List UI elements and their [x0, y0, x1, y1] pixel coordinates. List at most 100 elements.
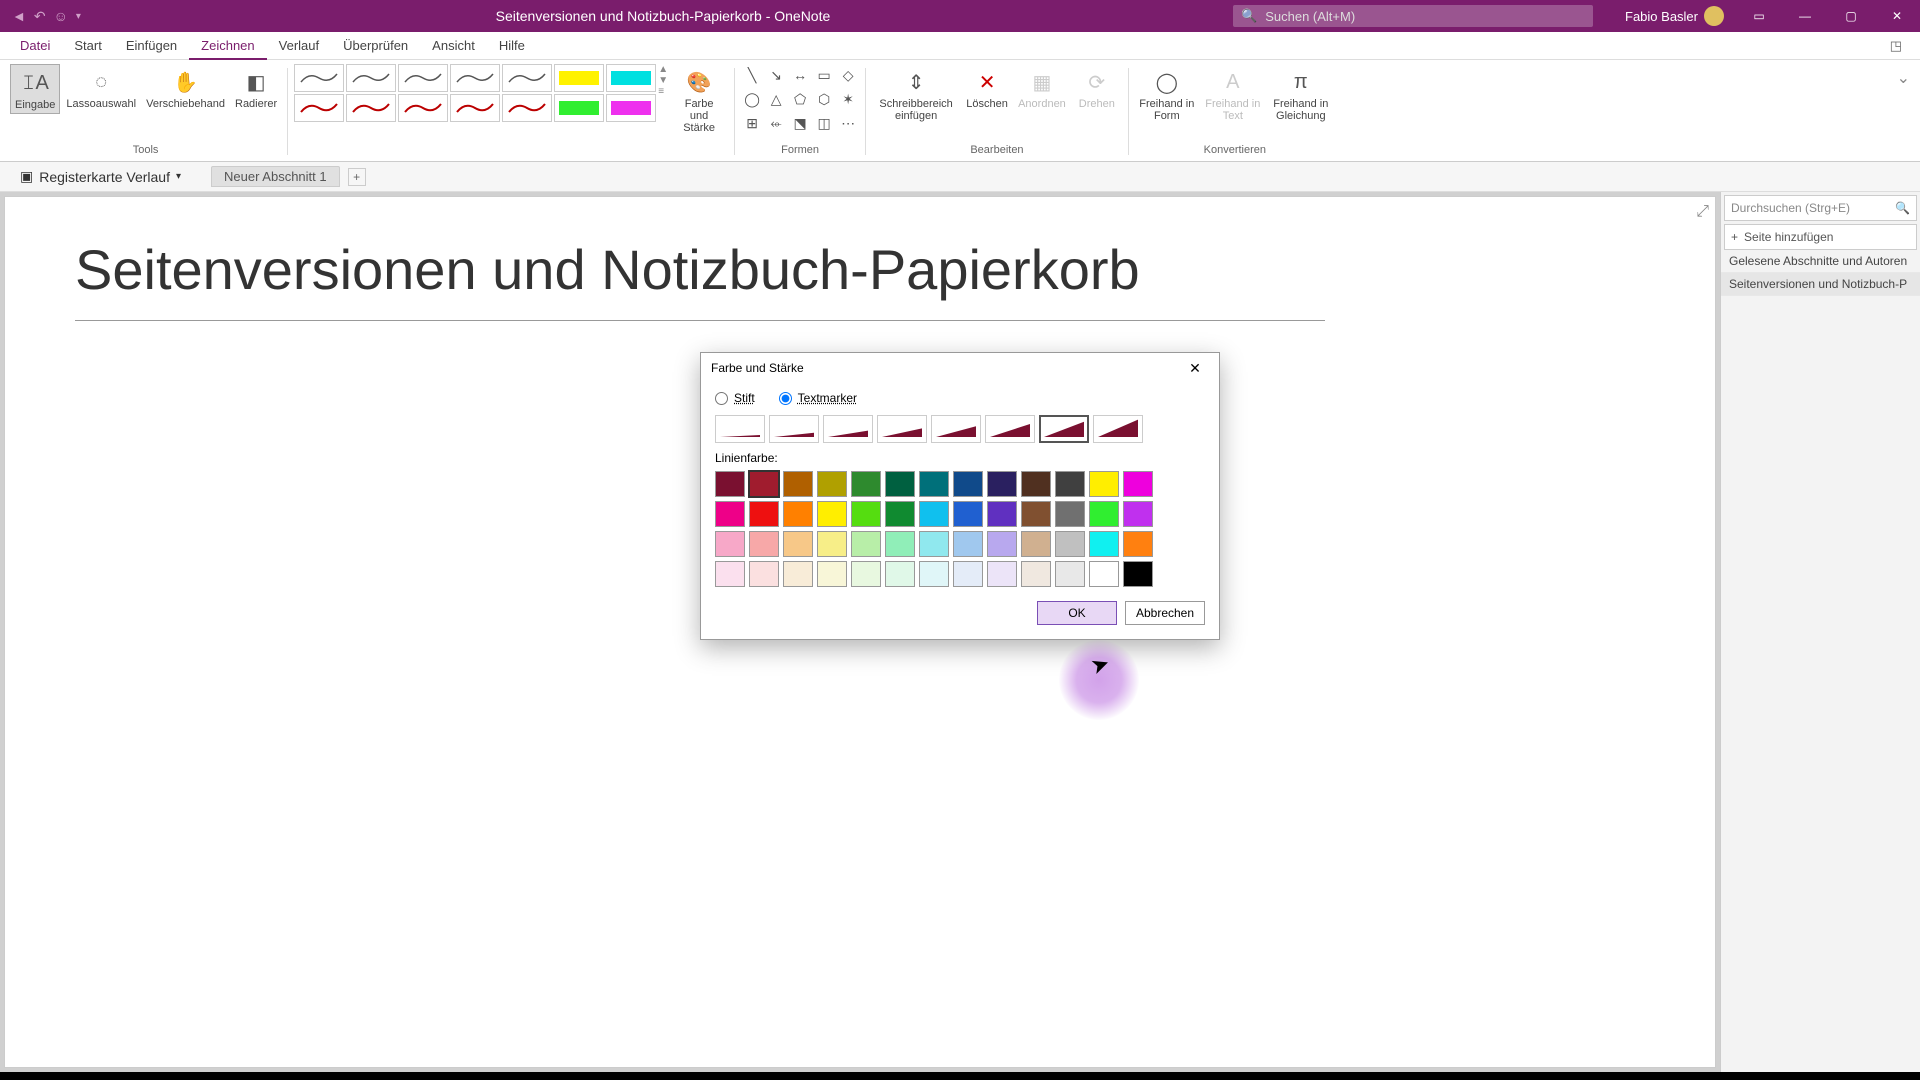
shape-swatch[interactable]: ╲ — [741, 64, 763, 86]
color-swatch[interactable] — [1089, 531, 1119, 557]
color-swatch[interactable] — [749, 501, 779, 527]
color-swatch[interactable] — [885, 561, 915, 587]
color-swatch[interactable] — [953, 531, 983, 557]
add-page-button[interactable]: + Seite hinzufügen — [1724, 224, 1917, 250]
pen-swatch[interactable] — [294, 64, 344, 92]
tab-verlauf[interactable]: Verlauf — [267, 32, 331, 60]
back-icon[interactable]: ◄ — [12, 8, 26, 24]
color-swatch[interactable] — [817, 531, 847, 557]
color-swatch[interactable] — [953, 471, 983, 497]
color-swatch[interactable] — [885, 531, 915, 557]
color-swatch[interactable] — [1055, 561, 1085, 587]
color-swatch[interactable] — [715, 561, 745, 587]
color-swatch[interactable] — [987, 561, 1017, 587]
color-swatch[interactable] — [919, 561, 949, 587]
color-swatch[interactable] — [1021, 561, 1051, 587]
color-swatch[interactable] — [987, 471, 1017, 497]
color-swatch[interactable] — [715, 531, 745, 557]
color-swatch[interactable] — [953, 501, 983, 527]
pen-swatch[interactable] — [346, 94, 396, 122]
thickness-swatch[interactable] — [877, 415, 927, 443]
color-swatch[interactable] — [749, 531, 779, 557]
collapse-ribbon-chevron-icon[interactable]: ⌄ — [1891, 62, 1916, 161]
insert-space-button[interactable]: ⇕Schreibbereich einfügen — [872, 64, 960, 124]
pen-swatch[interactable] — [554, 64, 604, 92]
color-swatch[interactable] — [885, 471, 915, 497]
page-entry[interactable]: Gelesene Abschnitte und Autoren — [1721, 250, 1920, 273]
section-tab[interactable]: Neuer Abschnitt 1 — [211, 166, 340, 187]
collapse-ribbon-icon[interactable]: ◳ — [1880, 38, 1912, 54]
dialog-close-button[interactable]: ✕ — [1181, 354, 1209, 382]
shape-gallery[interactable]: ╲↘↔▭◇◯△⬠⬡✶⊞⬰⬔◫⋯ — [741, 64, 859, 134]
notebook-picker[interactable]: ▣ Registerkarte Verlauf ▾ — [10, 168, 191, 185]
ok-button[interactable]: OK — [1037, 601, 1117, 625]
shape-swatch[interactable]: ↔ — [789, 64, 811, 86]
color-swatch[interactable] — [851, 471, 881, 497]
pen-swatch[interactable] — [606, 94, 656, 122]
color-swatch[interactable] — [1021, 501, 1051, 527]
tab-zeichnen[interactable]: Zeichnen — [189, 32, 266, 60]
page-search[interactable]: Durchsuchen (Strg+E) 🔍 — [1724, 195, 1917, 221]
pen-swatch[interactable] — [502, 94, 552, 122]
expand-icon[interactable]: ⤢ — [1696, 203, 1709, 221]
gallery-down-icon[interactable]: ▼ — [658, 75, 668, 86]
color-swatch[interactable] — [953, 561, 983, 587]
tab-hilfe[interactable]: Hilfe — [487, 32, 537, 60]
color-swatch[interactable] — [817, 501, 847, 527]
pen-swatch[interactable] — [450, 94, 500, 122]
pen-swatch[interactable] — [294, 94, 344, 122]
color-swatch[interactable] — [919, 471, 949, 497]
color-swatch[interactable] — [851, 501, 881, 527]
radio-stift[interactable]: Stift — [715, 391, 755, 405]
shape-swatch[interactable]: ✶ — [837, 88, 859, 110]
shape-swatch[interactable]: ◯ — [741, 88, 763, 110]
page-entry[interactable]: Seitenversionen und Notizbuch-P — [1721, 273, 1920, 296]
color-swatch[interactable] — [749, 471, 779, 497]
color-swatch[interactable] — [919, 531, 949, 557]
color-swatch[interactable] — [1021, 471, 1051, 497]
emoji-icon[interactable]: ☺ — [54, 8, 68, 24]
color-swatch[interactable] — [987, 531, 1017, 557]
user-label[interactable]: Fabio Basler — [1625, 6, 1724, 26]
eingabe-button[interactable]: 𝙸AEingabe — [10, 64, 60, 114]
gallery-up-icon[interactable]: ▲ — [658, 64, 668, 75]
color-swatch[interactable] — [817, 471, 847, 497]
color-swatch[interactable] — [783, 561, 813, 587]
color-swatch[interactable] — [987, 501, 1017, 527]
radio-textmarker[interactable]: Textmarker — [779, 391, 857, 405]
shape-swatch[interactable]: ↘ — [765, 64, 787, 86]
delete-button[interactable]: ✕Löschen — [962, 64, 1012, 112]
shape-swatch[interactable]: ⬰ — [765, 112, 787, 134]
color-swatch[interactable] — [1055, 471, 1085, 497]
gallery-more-icon[interactable]: ≡ — [658, 86, 668, 97]
color-swatch[interactable] — [885, 501, 915, 527]
pen-gallery[interactable] — [294, 64, 656, 122]
pen-swatch[interactable] — [502, 64, 552, 92]
ribbon-display-icon[interactable]: ▭ — [1736, 0, 1782, 32]
color-swatch[interactable] — [851, 561, 881, 587]
pan-button[interactable]: ✋Verschiebehand — [142, 64, 229, 112]
qat-more-icon[interactable]: ▾ — [76, 11, 81, 22]
color-thickness-button[interactable]: 🎨Farbe und Stärke — [670, 64, 728, 136]
pen-swatch[interactable] — [450, 64, 500, 92]
shape-swatch[interactable]: ⋯ — [837, 112, 859, 134]
pen-swatch[interactable] — [554, 94, 604, 122]
minimize-icon[interactable]: — — [1782, 0, 1828, 32]
shape-swatch[interactable]: ◫ — [813, 112, 835, 134]
page-title[interactable]: Seitenversionen und Notizbuch-Papierkorb — [75, 237, 1645, 314]
color-swatch[interactable] — [817, 561, 847, 587]
color-swatch[interactable] — [1089, 561, 1119, 587]
thickness-swatch[interactable] — [931, 415, 981, 443]
lasso-button[interactable]: ◌Lassoauswahl — [62, 64, 140, 112]
color-swatch[interactable] — [749, 561, 779, 587]
undo-icon[interactable]: ↶ — [34, 8, 46, 25]
color-swatch[interactable] — [1021, 531, 1051, 557]
cancel-button[interactable]: Abbrechen — [1125, 601, 1205, 625]
color-swatch[interactable] — [715, 471, 745, 497]
tab-ueberpruefen[interactable]: Überprüfen — [331, 32, 420, 60]
thickness-swatch[interactable] — [769, 415, 819, 443]
thickness-swatch[interactable] — [715, 415, 765, 443]
eraser-button[interactable]: ◧Radierer — [231, 64, 281, 112]
pen-swatch[interactable] — [606, 64, 656, 92]
shape-swatch[interactable]: ⬔ — [789, 112, 811, 134]
